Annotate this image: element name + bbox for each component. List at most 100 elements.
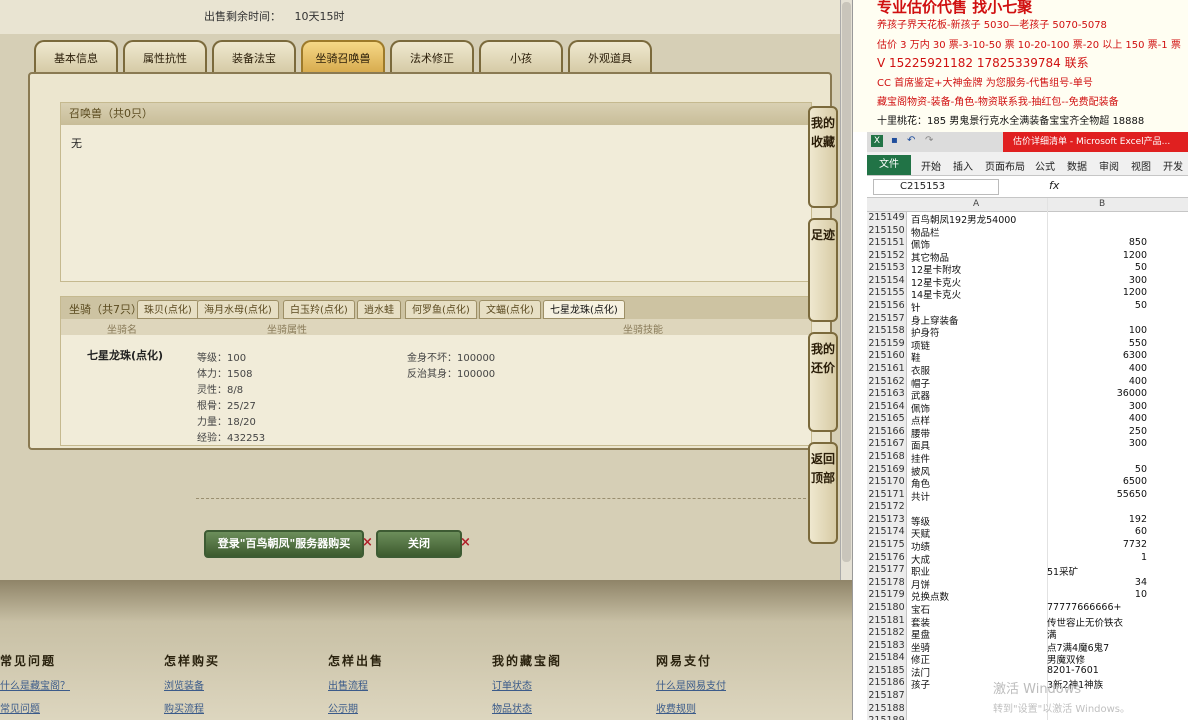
excel-row[interactable]: 215156 针 50	[867, 300, 1188, 314]
cell-b[interactable]: 50	[1047, 300, 1147, 311]
excel-row[interactable]: 215182 星盘满	[867, 627, 1188, 641]
footer-link[interactable]: 收费规则	[656, 700, 726, 715]
excel-row[interactable]: 215183 坐骑 点7满4魔6鬼7	[867, 639, 1188, 654]
cell-b[interactable]: 60	[1047, 526, 1147, 537]
scrollbar-thumb[interactable]	[842, 2, 851, 562]
my-bargain-button[interactable]: 我的还价	[808, 332, 838, 432]
ribbon-tab[interactable]: 审阅	[1099, 158, 1119, 173]
excel-row[interactable]: 215173 等级 192	[867, 513, 1188, 528]
excel-row[interactable]: 215163 武器 36000	[867, 388, 1188, 402]
row-number[interactable]: 215178	[867, 576, 907, 590]
excel-row[interactable]: 215160 鞋 6300	[867, 350, 1188, 364]
tab-mounts-summons[interactable]: 坐骑召唤兽	[301, 40, 385, 74]
row-number[interactable]: 215151	[867, 237, 907, 250]
cell-b[interactable]: 400	[1047, 376, 1147, 387]
mount-tab[interactable]: 逍水蛙	[357, 300, 401, 319]
name-box[interactable]: C215153	[873, 179, 999, 195]
cell-b[interactable]: 850	[1047, 237, 1147, 248]
cell-b[interactable]: 77777666666+	[1047, 602, 1121, 613]
excel-row[interactable]: 215157 身上穿装备	[867, 312, 1188, 327]
excel-row[interactable]: 215180 宝石 77777666666+	[867, 601, 1188, 616]
footer-link[interactable]: 常见问题	[0, 700, 70, 715]
undo-icon[interactable]: ↶	[907, 135, 915, 146]
footer-link[interactable]: 物品状态	[492, 700, 562, 715]
row-number[interactable]: 215182	[867, 627, 907, 640]
row-number[interactable]: 215153	[867, 262, 907, 275]
excel-row[interactable]: 215154 12星卡克火 300	[867, 274, 1188, 289]
tab-spells[interactable]: 法术修正	[390, 40, 474, 74]
col-header-b[interactable]: B	[1099, 199, 1105, 209]
row-number[interactable]: 215172	[867, 501, 907, 514]
row-number[interactable]: 215188	[867, 702, 907, 716]
excel-row[interactable]: 215166 腰带 250	[867, 425, 1188, 440]
row-number[interactable]: 215152	[867, 249, 907, 263]
row-number[interactable]: 215177	[867, 564, 907, 577]
cell-b[interactable]: 250	[1047, 426, 1147, 437]
vertical-scrollbar[interactable]	[840, 0, 852, 580]
footer-link[interactable]: 购买流程	[164, 700, 220, 715]
row-number[interactable]: 215171	[867, 488, 907, 502]
mount-tab[interactable]: 海月水母(点化)	[197, 300, 279, 319]
excel-row[interactable]: 215181 套装 传世容止无价铁衣	[867, 614, 1188, 629]
excel-row[interactable]: 215149 百鸟朝凤192男龙54000	[867, 212, 1188, 226]
excel-row[interactable]: 215174 天赋 60	[867, 526, 1188, 540]
row-number[interactable]: 215164	[867, 400, 907, 414]
row-number[interactable]: 215179	[867, 589, 907, 602]
row-number[interactable]: 215162	[867, 375, 907, 389]
footer-link[interactable]: 什么是网易支付	[656, 677, 726, 692]
col-header-a[interactable]: A	[973, 199, 979, 209]
excel-row[interactable]: 215162 帽子 400	[867, 375, 1188, 390]
tab-children[interactable]: 小孩	[479, 40, 563, 74]
cell-b[interactable]: 8201-7601	[1047, 665, 1099, 676]
cell-b[interactable]: 100	[1047, 325, 1147, 336]
row-number[interactable]: 215176	[867, 551, 907, 565]
row-number[interactable]: 215185	[867, 664, 907, 678]
row-number[interactable]: 215161	[867, 362, 907, 376]
row-number[interactable]: 215184	[867, 652, 907, 665]
footer-link[interactable]: 浏览装备	[164, 677, 220, 692]
my-favorites-button[interactable]: 我的收藏	[808, 106, 838, 208]
cell-b[interactable]: 6300	[1047, 350, 1147, 361]
tab-equipment[interactable]: 装备法宝	[212, 40, 296, 74]
row-number[interactable]: 215189	[867, 715, 907, 720]
excel-row[interactable]: 215150 物品栏	[867, 224, 1188, 239]
row-number[interactable]: 215174	[867, 526, 907, 540]
excel-row[interactable]: 215151 佩饰 850	[867, 237, 1188, 251]
row-number[interactable]: 215180	[867, 601, 907, 615]
row-number[interactable]: 215163	[867, 388, 907, 401]
row-number[interactable]: 215183	[867, 639, 907, 653]
row-number[interactable]: 215167	[867, 438, 907, 451]
mount-tab-selected[interactable]: 七星龙珠(点化)	[543, 300, 625, 319]
ribbon-tab-file[interactable]: 文件	[867, 155, 911, 175]
row-number[interactable]: 215169	[867, 463, 907, 477]
row-number[interactable]: 215173	[867, 513, 907, 527]
cell-b[interactable]: 400	[1047, 363, 1147, 374]
row-number[interactable]: 215150	[867, 224, 907, 238]
excel-row[interactable]: 215177 职业 51采矿	[867, 564, 1188, 578]
row-number[interactable]: 215160	[867, 350, 907, 363]
excel-row[interactable]: 215185 法门 8201-7601	[867, 664, 1188, 679]
ribbon-tab[interactable]: 插入	[953, 158, 973, 173]
mount-tab[interactable]: 白玉羚(点化)	[283, 300, 355, 319]
excel-row[interactable]: 215153 12星卡附攻 50	[867, 262, 1188, 276]
cell-b[interactable]: 300	[1047, 438, 1147, 449]
footer-link[interactable]: 公示期	[328, 700, 384, 715]
row-number[interactable]: 215155	[867, 287, 907, 301]
footer-link[interactable]: 什么是藏宝阁？	[0, 677, 70, 692]
cell-b[interactable]: 1200	[1047, 250, 1147, 261]
row-number[interactable]: 215186	[867, 677, 907, 690]
tab-appearance[interactable]: 外观道具	[568, 40, 652, 74]
redo-icon[interactable]: ↷	[925, 135, 933, 146]
ribbon-tab[interactable]: 公式	[1035, 158, 1055, 173]
tab-attributes[interactable]: 属性抗性	[123, 40, 207, 74]
excel-row[interactable]: 215168 挂件	[867, 450, 1188, 465]
cell-b[interactable]: 36000	[1047, 388, 1147, 399]
save-icon[interactable]: ▪	[891, 135, 898, 146]
row-number[interactable]: 215159	[867, 337, 907, 351]
excel-row[interactable]: 215167 面具 300	[867, 438, 1188, 452]
ribbon-tab[interactable]: 开始	[921, 158, 941, 173]
row-number[interactable]: 215157	[867, 312, 907, 326]
row-number[interactable]: 215165	[867, 413, 907, 426]
excel-row[interactable]: 215171 共计 55650	[867, 488, 1188, 503]
ribbon-tab[interactable]: 视图	[1131, 158, 1151, 173]
